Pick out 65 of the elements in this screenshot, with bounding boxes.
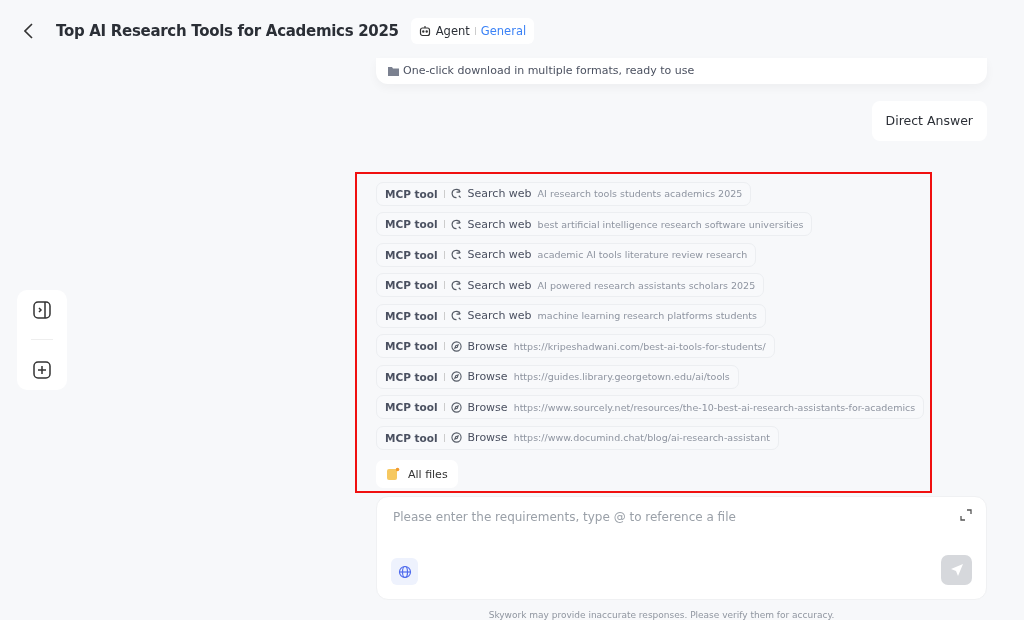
tool-call-item[interactable]: MCP tool Browse https://www.sourcely.net/resources/the-10-best-ai-research-assistants-for-academics bbox=[376, 395, 925, 420]
refresh-search-icon bbox=[450, 279, 462, 291]
tool-action: Browse bbox=[467, 370, 508, 384]
new-chat-button[interactable] bbox=[32, 360, 52, 381]
all-files-button[interactable]: All files bbox=[376, 460, 458, 489]
tool-call-item[interactable]: MCP tool Search web best artificial intelligence research software universities bbox=[376, 212, 813, 237]
tool-call-item[interactable]: MCP tool Search web academic AI tools literature review research bbox=[376, 242, 757, 267]
tool-detail: machine learning research platforms students bbox=[537, 310, 757, 322]
refresh-search-icon bbox=[450, 249, 462, 261]
tool-action: Search web bbox=[467, 187, 532, 201]
compass-icon bbox=[450, 401, 462, 413]
refresh-search-icon bbox=[450, 218, 462, 230]
tool-label: MCP tool bbox=[385, 431, 438, 444]
refresh-search-icon bbox=[450, 310, 462, 322]
expand-icon[interactable] bbox=[960, 509, 972, 522]
mode-label: Agent bbox=[435, 24, 470, 38]
tool-action: Browse bbox=[467, 400, 508, 414]
category-label: General bbox=[480, 24, 527, 38]
prompt-input[interactable]: Please enter the requirements, type @ to reference a file bbox=[391, 509, 960, 526]
compass-icon bbox=[450, 432, 462, 444]
plus-icon bbox=[32, 360, 52, 381]
tool-detail: https://www.documind.chat/blog/ai-research-assistant bbox=[513, 432, 770, 444]
tool-detail: https://www.sourcely.net/resources/the-10-best-ai-research-assistants-for-academics bbox=[513, 401, 916, 413]
tool-call-item[interactable]: MCP tool Browse https://kripeshadwani.com/best-ai-tools-for-students/ bbox=[376, 334, 775, 359]
tool-action: Search web bbox=[467, 309, 532, 323]
disclaimer-text: Skywork may provide inaccurate responses. Please verify them for accuracy. bbox=[487, 610, 836, 620]
tool-detail: https://guides.library.georgetown.edu/ai/tools bbox=[513, 371, 730, 383]
tool-action: Search web bbox=[467, 278, 532, 292]
tool-label: MCP tool bbox=[385, 401, 438, 414]
chat-title: Top AI Research Tools for Academics 2025 bbox=[56, 22, 399, 40]
back-icon bbox=[23, 23, 33, 39]
tool-action: Search web bbox=[467, 248, 532, 262]
send-icon bbox=[949, 563, 964, 577]
tool-call-item[interactable]: MCP tool Browse https://guides.library.georgetown.edu/ai/tools bbox=[376, 364, 739, 389]
tool-detail: AI powered research assistants scholars 2025 bbox=[537, 279, 756, 291]
web-search-button[interactable] bbox=[391, 558, 418, 585]
tool-action: Browse bbox=[467, 431, 508, 445]
tool-call-item[interactable]: MCP tool Search web AI research tools students academics 2025 bbox=[376, 181, 752, 206]
sidebar-toggle-icon bbox=[32, 299, 52, 320]
tool-detail: best artificial intelligence research software universities bbox=[537, 218, 804, 230]
card-text: One-click download in multiple formats, ready to use bbox=[403, 64, 695, 78]
tool-detail: AI research tools students academics 2025 bbox=[537, 188, 743, 200]
tool-call-item[interactable]: MCP tool Search web AI powered research assistants scholars 2025 bbox=[376, 273, 765, 298]
tool-action: Search web bbox=[467, 217, 532, 231]
tool-label: MCP tool bbox=[385, 340, 438, 353]
tool-label: MCP tool bbox=[385, 279, 438, 292]
expand-sidebar-button[interactable] bbox=[32, 299, 52, 320]
tool-detail: academic AI tools literature review research bbox=[537, 249, 748, 261]
robot-icon bbox=[418, 25, 431, 37]
tool-call-item[interactable]: MCP tool Search web machine learning research platforms students bbox=[376, 303, 766, 328]
tool-call-item[interactable]: MCP tool Browse https://www.documind.chat/blog/ai-research-assistant bbox=[376, 425, 779, 450]
refresh-search-icon bbox=[450, 188, 462, 200]
compass-icon bbox=[450, 340, 462, 352]
tool-label: MCP tool bbox=[385, 187, 438, 200]
compass-icon bbox=[450, 371, 462, 383]
tool-label: MCP tool bbox=[385, 370, 438, 383]
tool-label: MCP tool bbox=[385, 248, 438, 261]
tool-detail: https://kripeshadwani.com/best-ai-tools-for-students/ bbox=[513, 340, 766, 352]
folder-icon bbox=[388, 65, 399, 76]
tool-label: MCP tool bbox=[385, 218, 438, 231]
tool-label: MCP tool bbox=[385, 309, 438, 322]
user-message: Direct Answer bbox=[871, 100, 987, 141]
globe-icon bbox=[397, 564, 412, 579]
file-icon bbox=[386, 467, 400, 482]
tool-action: Browse bbox=[467, 339, 508, 353]
